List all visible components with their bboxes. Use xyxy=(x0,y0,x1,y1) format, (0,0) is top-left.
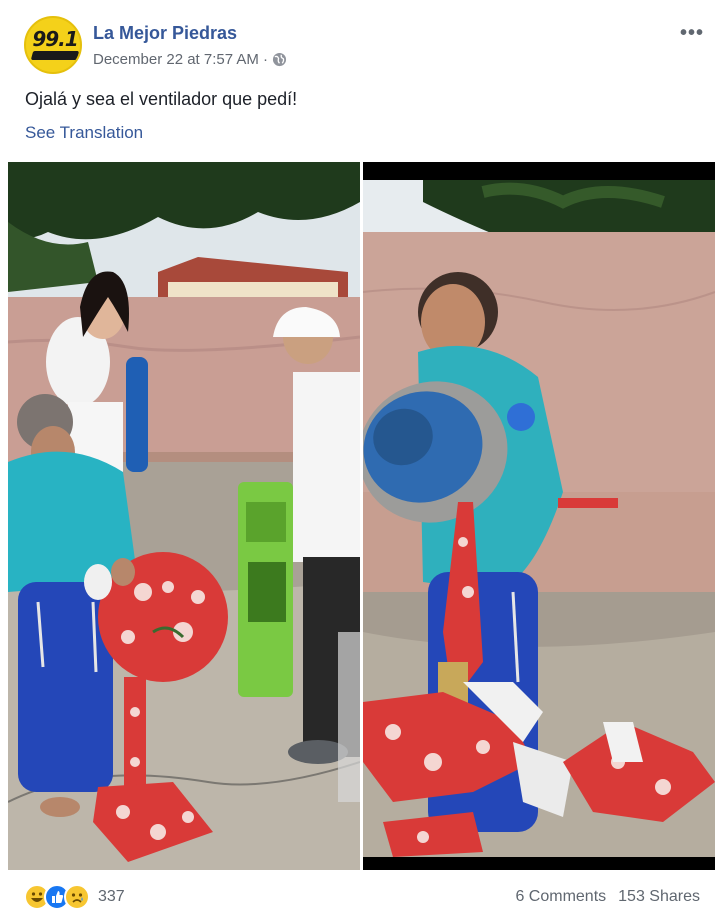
page-name-link[interactable]: La Mejor Piedras xyxy=(93,23,237,44)
photo-left-illustration xyxy=(8,162,360,870)
meta-separator: · xyxy=(262,51,268,68)
page-avatar[interactable]: 99.1 xyxy=(24,16,82,74)
avatar-logo-text: 99.1 xyxy=(32,27,78,51)
engagement-stats: 6 Comments 153 Shares xyxy=(515,888,700,906)
post-photo-right[interactable] xyxy=(363,162,715,870)
photo-right-illustration xyxy=(363,162,715,870)
avatar-logo-underline xyxy=(30,51,80,60)
more-options-icon[interactable]: ••• xyxy=(680,22,704,45)
comments-count-link[interactable]: 6 Comments xyxy=(515,888,606,906)
post-text: Ojalá y sea el ventilador que pedí! xyxy=(25,89,298,109)
see-translation-link[interactable]: See Translation xyxy=(25,123,143,143)
globe-icon xyxy=(272,52,286,67)
reaction-count: 337 xyxy=(98,888,125,905)
post-photo-left[interactable] xyxy=(8,162,360,870)
post-card: 99.1 La Mejor Piedras December 22 at 7:5… xyxy=(0,0,720,913)
sad-icon xyxy=(64,884,90,910)
post-footer: 337 6 Comments 153 Shares xyxy=(0,872,720,913)
post-meta: December 22 at 7:57 AM · xyxy=(93,51,287,68)
reactions-summary[interactable]: 337 xyxy=(24,884,125,910)
post-timestamp[interactable]: December 22 at 7:57 AM xyxy=(93,51,259,68)
shares-count-link[interactable]: 153 Shares xyxy=(618,888,700,906)
